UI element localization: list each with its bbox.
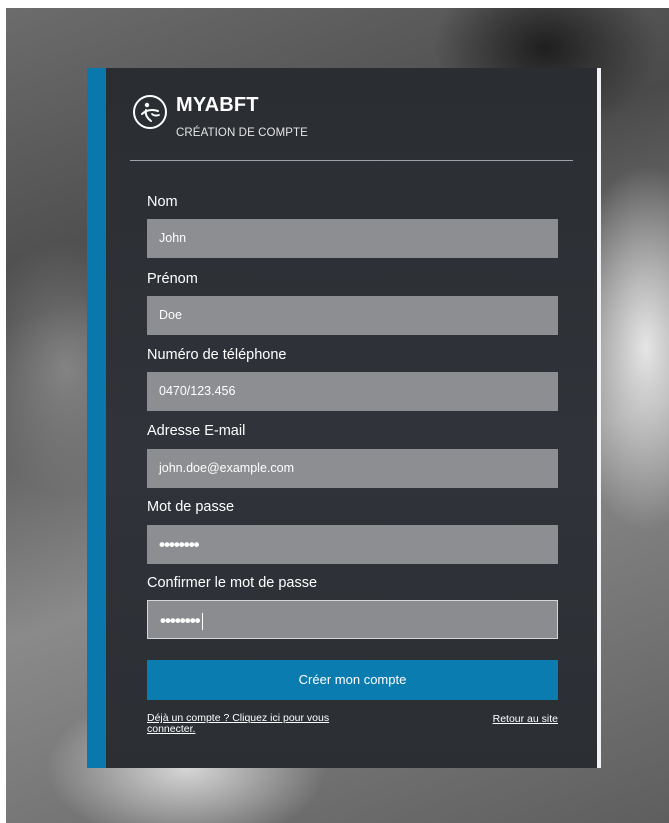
input-telephone[interactable]: 0470/123.456 (147, 372, 558, 411)
abft-logo-icon (133, 95, 167, 129)
header-divider (130, 160, 573, 161)
input-confirm-password[interactable]: •••••••• (147, 600, 558, 639)
card-edge (597, 68, 601, 768)
label-prenom: Prénom (147, 271, 198, 287)
label-nom: Nom (147, 194, 178, 210)
label-confirm-password: Confirmer le mot de passe (147, 575, 318, 591)
input-email[interactable]: john.doe@example.com (147, 449, 558, 488)
input-nom[interactable]: John (147, 219, 558, 258)
page-subtitle: CRÉATION DE COMPTE (176, 127, 308, 139)
input-prenom[interactable]: Doe (147, 296, 558, 335)
page: MYABFT CRÉATION DE COMPTE Nom John Préno… (0, 0, 669, 823)
password-mask: •••••••• (159, 535, 200, 554)
brand-name: MYABFT (176, 94, 259, 116)
login-link[interactable]: Déjà un compte ? Cliquez ici pour vous c… (147, 713, 357, 735)
create-account-button[interactable]: Créer mon compte (147, 660, 558, 700)
label-password: Mot de passe (147, 499, 235, 515)
card-accent-bar (87, 68, 106, 768)
text-caret (201, 613, 203, 631)
signup-card: MYABFT CRÉATION DE COMPTE Nom John Préno… (87, 68, 601, 768)
confirm-password-mask: •••••••• (160, 601, 203, 640)
confirm-password-value: •••••••• (160, 611, 201, 630)
label-email: Adresse E-mail (147, 423, 246, 439)
input-password[interactable]: •••••••• (147, 525, 558, 564)
label-telephone: Numéro de téléphone (147, 347, 287, 363)
back-to-site-link[interactable]: Retour au site (493, 713, 558, 725)
